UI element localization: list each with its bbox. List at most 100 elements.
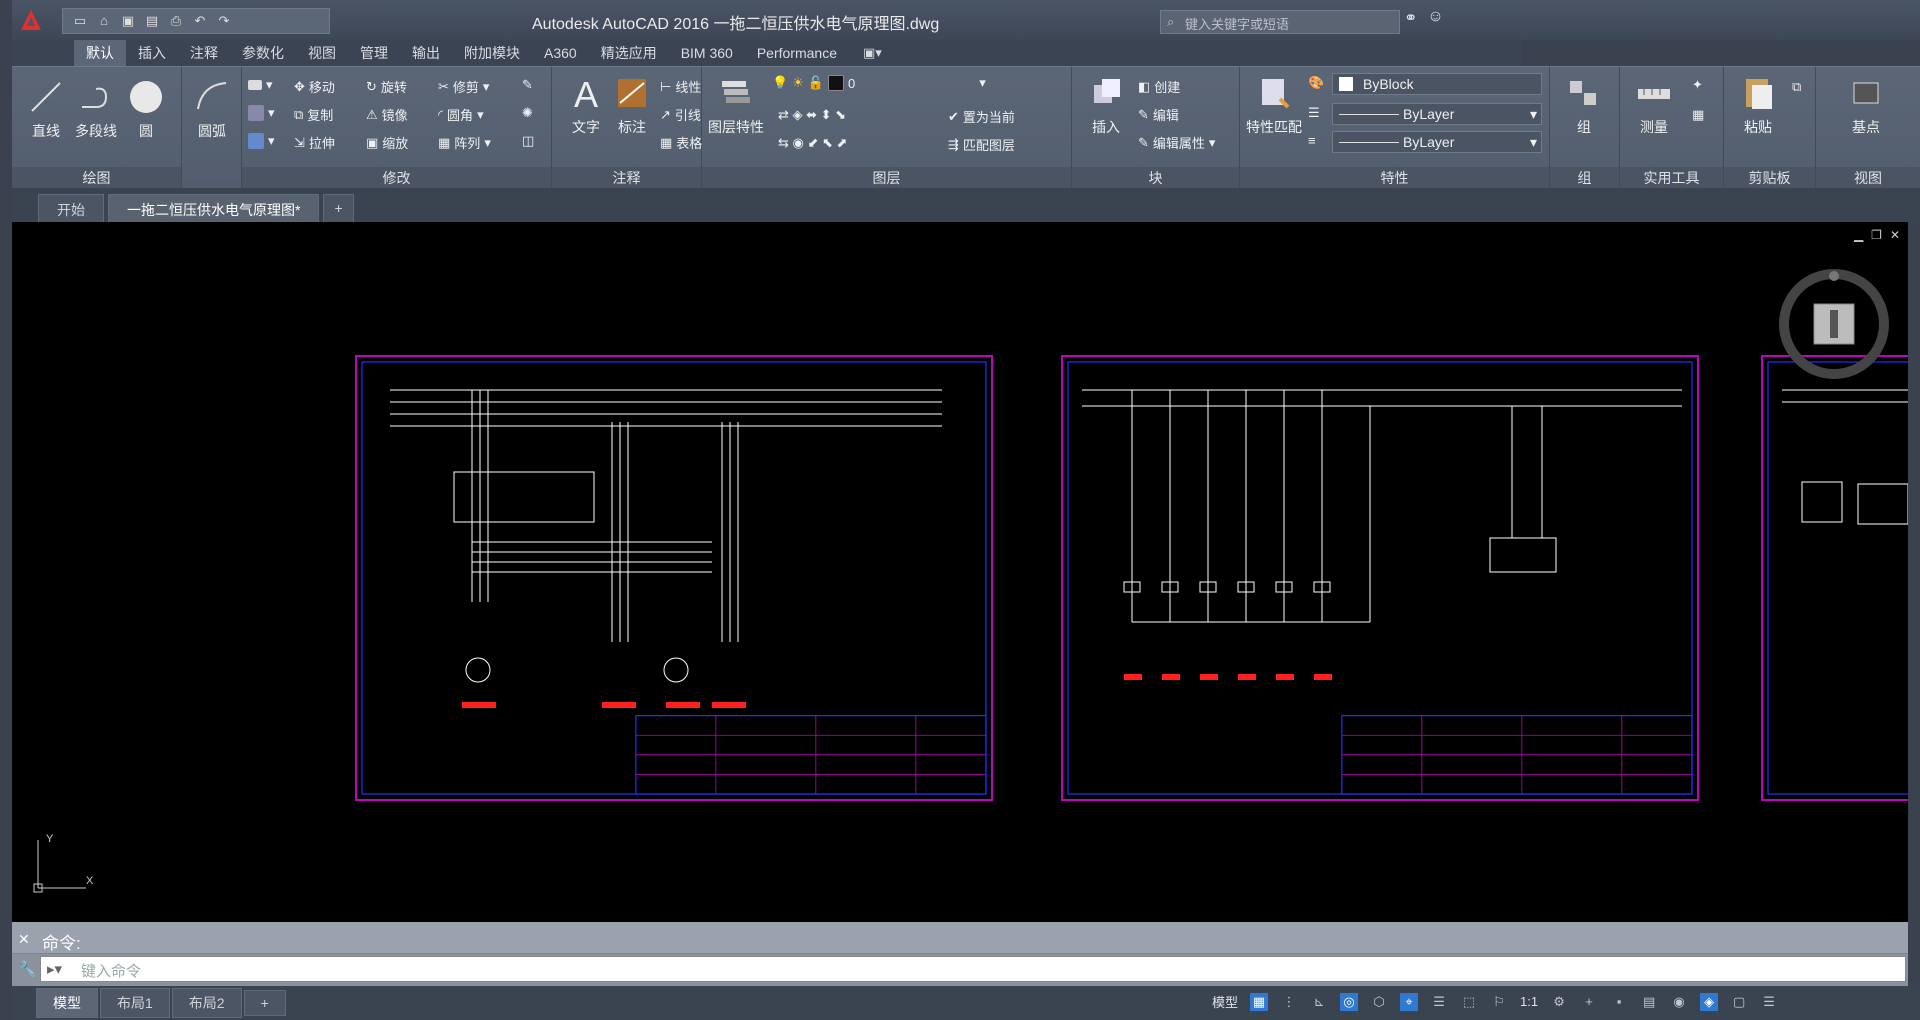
draw-panel-title[interactable]: 绘图 (12, 167, 181, 189)
new-file-icon[interactable]: ▭ (71, 13, 89, 29)
leader-button[interactable]: ↗ 引线 (660, 105, 701, 124)
dimension-tool-button[interactable]: 标注 (602, 73, 662, 137)
lineweight-dropdown[interactable]: ByLayer ▾ (1332, 131, 1542, 153)
group-button[interactable]: 组 (1554, 73, 1614, 137)
table-button[interactable]: ▦ 表格 (660, 133, 702, 152)
edit-block-button[interactable]: ✎ 编辑 (1138, 105, 1179, 124)
tab-addins[interactable]: 附加模块 (452, 40, 532, 66)
grid-icon[interactable]: ▦ (1250, 992, 1269, 1011)
osnap-icon[interactable]: ⌖ (1400, 992, 1419, 1011)
lineweight-toggle-icon[interactable]: ☰ (1430, 993, 1448, 1011)
minimize-icon[interactable]: ▁ (1854, 228, 1863, 242)
measure-button[interactable]: 测量 (1624, 73, 1684, 137)
customization-menu-icon[interactable]: ☰ (1760, 993, 1778, 1011)
save-icon[interactable]: ▣ (119, 13, 137, 29)
view-panel-title[interactable]: 视图 (1816, 167, 1920, 189)
mirror-button[interactable]: ⚠ 镜像 (366, 105, 408, 124)
modify-panel-title[interactable]: 修改 (242, 167, 551, 189)
linetype-dropdown[interactable]: ByLayer ▾ (1332, 103, 1542, 125)
restore-icon[interactable]: ❐ (1871, 228, 1882, 242)
annotation-scale-value[interactable]: 1:1 (1520, 994, 1538, 1009)
lineweight-icon[interactable]: ≡ (1308, 133, 1316, 148)
start-tab[interactable]: 开始 (38, 194, 104, 222)
circle-tool-button[interactable]: 圆 (116, 77, 176, 141)
move-button[interactable]: ✥ 移动 (294, 77, 335, 96)
model-layout-tab[interactable]: 模型 (36, 988, 98, 1018)
gradient-tool-button[interactable]: ▾ (248, 133, 275, 149)
tab-home[interactable]: 默认 (74, 40, 126, 66)
drawing-tab[interactable]: 一拖二恒压供水电气原理图* (108, 194, 320, 222)
binoculars-icon[interactable]: ⚭ (1404, 8, 1417, 28)
tab-output[interactable]: 输出 (400, 40, 452, 66)
tab-manage[interactable]: 管理 (348, 40, 400, 66)
ribbon-options-icon[interactable]: ▣▾ (863, 45, 882, 61)
create-block-button[interactable]: ◧ 创建 (1138, 77, 1180, 96)
undo-icon[interactable]: ↶ (191, 13, 209, 29)
array-button[interactable]: ▦ 阵列 ▾ (438, 133, 491, 152)
offset-icon[interactable]: ◫ (522, 133, 534, 149)
model-space-label[interactable]: 模型 (1212, 992, 1238, 1011)
annotation-panel-title[interactable]: 注释 (552, 167, 701, 189)
linetype-icon[interactable]: ☰ (1308, 105, 1320, 121)
copy-button[interactable]: ⧉ 复制 (294, 105, 333, 124)
color-palette-icon[interactable]: 🎨 (1308, 75, 1324, 91)
plot-icon[interactable]: ⎙ (167, 13, 185, 29)
tab-a360[interactable]: A360 (532, 42, 589, 64)
tab-insert[interactable]: 插入 (126, 40, 178, 66)
hardware-accel-icon[interactable]: ◉ (1670, 993, 1688, 1011)
copy-clip-icon[interactable]: ⧉ (1792, 79, 1801, 95)
selection-cycling-icon[interactable]: ⬚ (1460, 993, 1478, 1011)
paste-button[interactable]: 粘贴 (1728, 73, 1788, 137)
fillet-button[interactable]: ◜ 圆角 ▾ (438, 105, 484, 124)
tab-annotate[interactable]: 注释 (178, 40, 230, 66)
units-icon[interactable]: ▪ (1610, 993, 1628, 1011)
explode-icon[interactable]: ✺ (522, 105, 533, 121)
layer-dropdown[interactable]: 💡 ☀ 🔓 0 ▾ (772, 75, 986, 91)
rotate-button[interactable]: ↻ 旋转 (366, 77, 407, 96)
clean-screen-icon[interactable]: ▢ (1730, 993, 1748, 1011)
viewcube[interactable] (1774, 264, 1894, 384)
calculator-icon[interactable]: ▦ (1692, 107, 1704, 123)
tab-performance[interactable]: Performance (745, 42, 849, 64)
groups-panel-title[interactable]: 组 (1550, 167, 1619, 189)
color-dropdown[interactable]: ByBlock (1332, 73, 1542, 95)
linear-dim-button[interactable]: ⊢ 线性 (660, 77, 701, 96)
quick-properties-icon[interactable]: ▤ (1640, 993, 1658, 1011)
annotation-visibility-icon[interactable]: ⚐ (1490, 993, 1508, 1011)
tab-featured-apps[interactable]: 精选应用 (589, 40, 669, 66)
tab-bim360[interactable]: BIM 360 (669, 42, 745, 64)
layer-properties-button[interactable]: 图层特性 (706, 73, 766, 137)
layer-tools-row1[interactable]: ⇄ ◈ ⬌ ⬍ ⬊ (778, 107, 846, 123)
block-panel-title[interactable]: 块 (1072, 167, 1239, 189)
help-search-input[interactable]: ⌕ 键入关键字或短语 (1160, 10, 1400, 34)
stretch-button[interactable]: ⇲ 拉伸 (294, 133, 335, 152)
drawing-canvas[interactable]: ▁ ❐ ✕ Y X (12, 222, 1908, 922)
tab-parametric[interactable]: 参数化 (230, 40, 296, 66)
insert-block-button[interactable]: 插入 (1076, 73, 1136, 137)
save-as-icon[interactable]: ▤ (143, 13, 161, 29)
utilities-panel-title[interactable]: 实用工具 (1620, 167, 1723, 189)
ortho-icon[interactable]: ⊾ (1310, 993, 1328, 1011)
match-properties-button[interactable]: 特性匹配 (1244, 73, 1304, 137)
workspace-gear-icon[interactable]: ⚙ (1550, 993, 1568, 1011)
close-command-line-icon[interactable]: ✕ (18, 931, 30, 948)
tab-view[interactable]: 视图 (296, 40, 348, 66)
annotation-monitor-icon[interactable]: + (1580, 993, 1598, 1011)
close-icon[interactable]: ✕ (1890, 228, 1900, 242)
trim-button[interactable]: ✂ 修剪 ▾ (438, 77, 489, 96)
clipboard-panel-title[interactable]: 剪贴板 (1724, 167, 1815, 189)
layers-panel-title[interactable]: 图层 (702, 167, 1071, 189)
arc-tool-button[interactable]: 圆弧 (182, 77, 242, 141)
base-view-button[interactable]: 基点 (1836, 73, 1896, 137)
scale-button[interactable]: ▣ 缩放 (366, 133, 408, 152)
application-menu-button[interactable] (12, 1, 50, 39)
layer-tools-row2[interactable]: ⇆ ◉ ⬋ ⬉ ⬈ (778, 135, 847, 151)
make-current-button[interactable]: ✔ 置为当前 (948, 107, 1015, 126)
isodraft-icon[interactable]: ⬡ (1370, 993, 1388, 1011)
customize-command-icon[interactable]: 🔧 (18, 960, 37, 978)
user-icon[interactable]: ☺ (1427, 8, 1443, 28)
properties-panel-title[interactable]: 特性 (1240, 167, 1549, 189)
new-tab-button[interactable]: + (323, 194, 354, 222)
rectangle-tool-button[interactable]: ▾ (248, 77, 273, 93)
layout2-tab[interactable]: 布局2 (171, 988, 242, 1018)
